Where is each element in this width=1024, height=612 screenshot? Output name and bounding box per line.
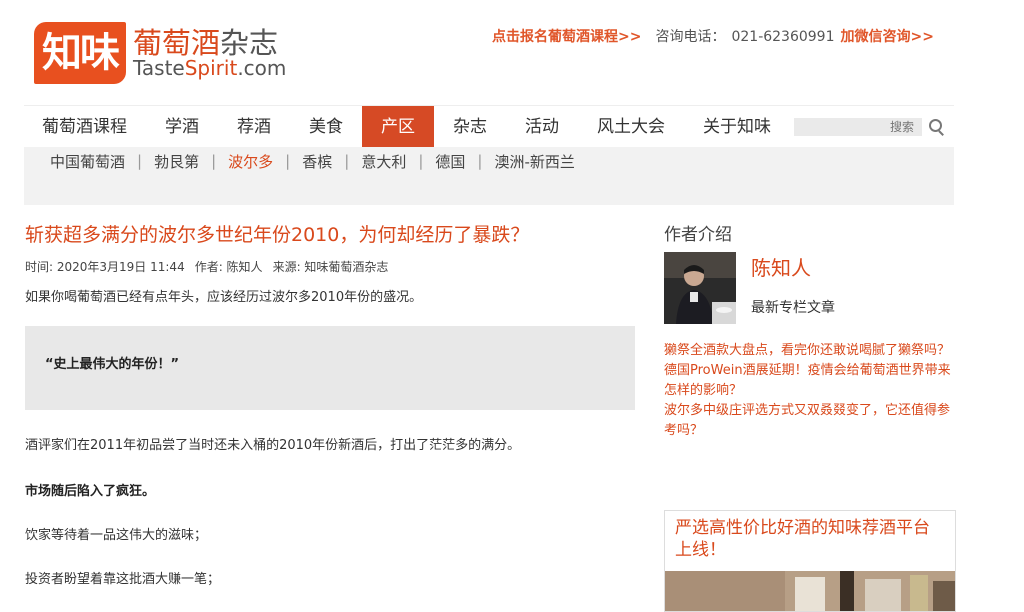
phone-number: 021-62360991 (731, 29, 835, 45)
latest-article-link[interactable]: 獭祭全酒款大盘点，看完你还敢说喝腻了獭祭吗？ (664, 341, 954, 361)
nav-item-learn[interactable]: 学酒 (146, 106, 218, 148)
nav-item-food[interactable]: 美食 (290, 106, 362, 148)
nav-item-courses[interactable]: 葡萄酒课程 (24, 106, 146, 148)
separator: | (285, 152, 291, 170)
article-author: 作者: 陈知人 (194, 260, 263, 274)
subnav-item-burgundy[interactable]: 勃艮第 (154, 151, 199, 172)
sidebar-title: 作者介绍 (664, 225, 732, 245)
article: 斩获超多满分的波尔多世纪年份2010，为何却经历了暴跌？ 时间: 2020年3月… (25, 220, 635, 587)
main-nav: 葡萄酒课程 学酒 荐酒 美食 产区 杂志 活动 风土大会 关于知味 (24, 105, 954, 148)
logo-en-b: Spirit (184, 56, 238, 80)
promo-image (665, 571, 955, 611)
sidebar: 作者介绍 陈知人 最新专栏文章 獭祭全酒款大盘点，看完你还敢说喝腻了獭祭吗？ 德… (664, 220, 956, 612)
enroll-link[interactable]: 点击报名葡萄酒课程>> (492, 29, 641, 45)
sub-nav: 中国葡萄酒 | 勃艮第 | 波尔多 | 香槟 | 意大利 | 德国 | 澳洲-新西兰 (24, 147, 954, 205)
logo-en-text: TasteSpirit.com (133, 56, 286, 80)
search-icon[interactable] (928, 118, 946, 136)
nav-item-regions[interactable]: 产区 (362, 106, 434, 148)
article-paragraph: 投资者盼望着靠这批酒大赚一笔； (25, 572, 221, 587)
author-photo-image (664, 252, 736, 324)
logo-cn-orange: 葡萄酒 (133, 26, 221, 60)
subnav-item-italy[interactable]: 意大利 (361, 151, 406, 172)
subnav-item-china[interactable]: 中国葡萄酒 (50, 151, 125, 172)
logo-en-c: .com (237, 56, 287, 80)
subnav-item-anz[interactable]: 澳洲-新西兰 (494, 151, 574, 172)
nav-item-about[interactable]: 关于知味 (684, 106, 790, 148)
latest-articles-list: 獭祭全酒款大盘点，看完你还敢说喝腻了獭祭吗？ 德国ProWein酒展延期！疫情会… (664, 341, 954, 441)
article-paragraph-bold: 市场随后陷入了疯狂。 (25, 484, 156, 499)
article-title: 斩获超多满分的波尔多世纪年份2010，为何却经历了暴跌？ (25, 224, 530, 246)
nav-item-events[interactable]: 活动 (506, 106, 578, 148)
subnav-item-bordeaux[interactable]: 波尔多 (228, 151, 273, 172)
separator: | (477, 152, 483, 170)
article-paragraph: 饮家等待着一品这伟大的滋味； (25, 528, 208, 543)
logo-en-a: Taste (133, 56, 185, 80)
logo-mark: 知味 (34, 22, 126, 84)
separator: | (137, 152, 143, 170)
article-intro: 如果你喝葡萄酒已经有点年头，应该经历过波尔多2010年份的盛况。 (25, 290, 423, 305)
promo-title: 严选高性价比好酒的知味荐酒平台上线！ (675, 518, 930, 560)
nav-item-terroir[interactable]: 风土大会 (578, 106, 684, 148)
subnav-item-germany[interactable]: 德国 (435, 151, 465, 172)
article-quote-block: “史上最伟大的年份！” (25, 326, 635, 410)
article-source: 来源: 知味葡萄酒杂志 (272, 260, 389, 274)
nav-item-recommend[interactable]: 荐酒 (218, 106, 290, 148)
separator: | (211, 152, 217, 170)
separator: | (344, 152, 350, 170)
article-meta: 时间: 2020年3月19日 11:44 作者: 陈知人 来源: 知味葡萄酒杂志 (25, 258, 635, 275)
author-avatar[interactable] (664, 252, 736, 324)
author-name[interactable]: 陈知人 (751, 252, 811, 281)
latest-article-link[interactable]: 德国ProWein酒展延期！疫情会给葡萄酒世界带来怎样的影响？ (664, 361, 954, 401)
promo-card[interactable]: 严选高性价比好酒的知味荐酒平台上线！ (664, 510, 956, 612)
latest-articles-label: 最新专栏文章 (751, 300, 835, 316)
search-box (794, 118, 946, 136)
nav-item-magazine[interactable]: 杂志 (434, 106, 506, 148)
latest-article-link[interactable]: 波尔多中级庄评选方式又双叒叕变了，它还值得参考吗？ (664, 401, 954, 441)
phone-label: 咨询电话： (655, 29, 726, 45)
separator: | (418, 152, 424, 170)
wechat-link[interactable]: 加微信咨询>> (841, 29, 934, 45)
logo-cn-gray: 杂志 (220, 26, 279, 60)
top-links: 点击报名葡萄酒课程>> 咨询电话： 021-62360991 加微信咨询>> (492, 26, 934, 46)
article-paragraph: 酒评家们在2011年初品尝了当时还未入桶的2010年份新酒后，打出了茫茫多的满分… (25, 438, 521, 453)
article-quote: “史上最伟大的年份！” (45, 357, 180, 372)
subnav-item-champagne[interactable]: 香槟 (302, 151, 332, 172)
site-logo[interactable]: 知味 葡萄酒杂志 TasteSpirit.com (34, 18, 286, 84)
search-input[interactable] (794, 118, 922, 136)
article-time: 时间: 2020年3月19日 11:44 (25, 260, 185, 274)
